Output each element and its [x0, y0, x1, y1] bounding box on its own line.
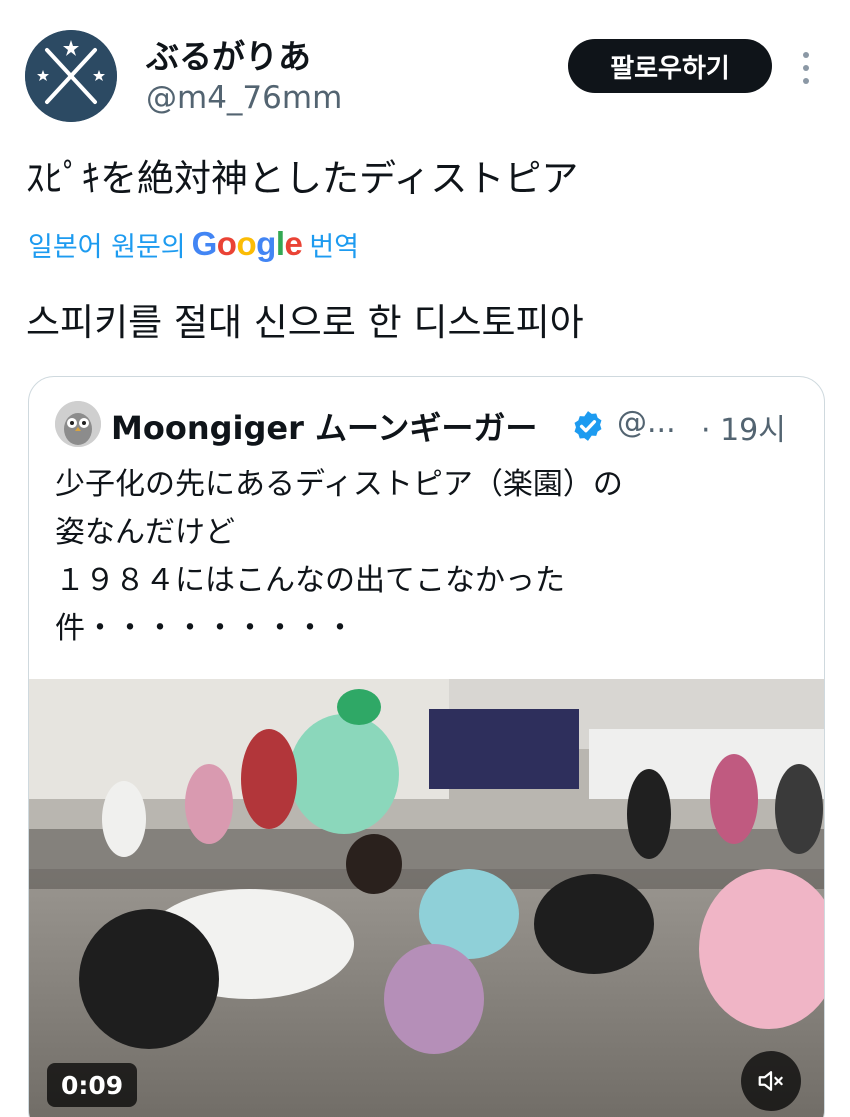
video-frame: [29, 679, 824, 1117]
speaker-muted-glyph: [758, 1071, 783, 1091]
translate-prefix: 일본어 원문의: [28, 231, 186, 263]
quote-author-name[interactable]: Moongiger ムーンギーガー: [111, 403, 537, 449]
quote-author-handle[interactable]: @...: [617, 405, 676, 440]
quote-text-line: 少子化の先にあるディストピア（楽園）の: [55, 467, 623, 502]
google-letter: e: [284, 225, 303, 262]
google-letter: o: [236, 225, 257, 262]
speaker-muted-icon[interactable]: [741, 1051, 801, 1111]
google-letter: o: [216, 225, 237, 262]
author-handle[interactable]: @m4_76mm: [146, 80, 342, 116]
translated-text: 스피키를 절대 신으로 한 디스토피아: [26, 301, 584, 344]
quote-text-line: １９８４にはこんなの出てこなかった: [55, 563, 565, 598]
verified-badge-icon: [574, 411, 602, 441]
video-duration: 0:09: [47, 1063, 138, 1107]
quoted-post-card[interactable]: Moongiger ムーンギーガー @... · 19시 少子化の先にあるディス…: [28, 376, 825, 1117]
quote-timestamp[interactable]: · 19시: [701, 405, 786, 449]
post-text: ｽﾋﾟｷを絶対神としたディストピア: [26, 157, 579, 200]
author-avatar[interactable]: [25, 30, 117, 122]
google-letter: g: [256, 225, 276, 262]
crossed-rifles-icon: [25, 30, 117, 122]
quote-text-line: 姿なんだけど: [55, 515, 235, 550]
translate-action: 번역: [309, 231, 360, 263]
translate-link[interactable]: 일본어 원문의 Google 번역: [28, 224, 359, 264]
quote-text-line: 件・・・・・・・・・: [55, 611, 355, 646]
google-letter: G: [191, 225, 218, 262]
owl-avatar-icon: [55, 401, 101, 447]
google-logo: Google: [192, 225, 303, 263]
author-display-name[interactable]: ぶるがりあ: [146, 30, 311, 78]
follow-button[interactable]: 팔로우하기: [568, 39, 772, 93]
video-player[interactable]: 0:09: [29, 679, 824, 1117]
quote-text: 少子化の先にあるディストピア（楽園）の 姿なんだけど １９８４にはこんなの出てこ…: [55, 461, 805, 653]
quote-author-avatar[interactable]: [55, 401, 101, 447]
vertical-dots-icon[interactable]: [793, 46, 819, 90]
